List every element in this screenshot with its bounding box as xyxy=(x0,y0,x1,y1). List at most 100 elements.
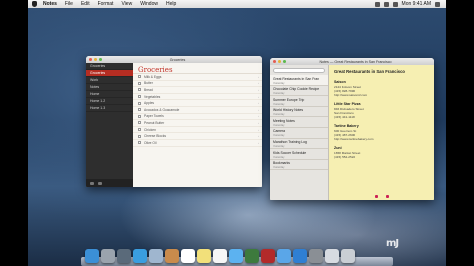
checkbox[interactable] xyxy=(138,128,141,132)
menu-format[interactable]: Format xyxy=(98,1,114,7)
calendar-icon[interactable] xyxy=(181,249,195,263)
itunes-icon[interactable] xyxy=(277,249,291,263)
note-list-item-title: Bookmarks xyxy=(273,161,290,166)
note-list-item[interactable]: Bookmarks Yesterday xyxy=(270,160,328,171)
notes-icon[interactable] xyxy=(197,249,211,263)
minimize-button[interactable] xyxy=(278,60,281,63)
share-note-icon[interactable] xyxy=(385,195,389,198)
reorder-icon[interactable]: › xyxy=(258,88,262,92)
note-heading: Great Restaurants in San Francisco xyxy=(334,69,405,74)
restaurant-entry: Zuni 1658 Market Street (415) 552-2522 xyxy=(334,146,429,159)
checklist-item[interactable]: Apples › xyxy=(133,100,262,107)
menu-view[interactable]: View xyxy=(121,1,132,7)
note-list-item[interactable]: Summer Europe Trip Yesterday xyxy=(270,96,328,107)
note-list-item[interactable]: Kids Soccer Schedule Yesterday xyxy=(270,149,328,160)
checkbox[interactable] xyxy=(138,101,141,105)
reorder-icon[interactable]: › xyxy=(258,75,262,79)
checkbox[interactable] xyxy=(138,88,141,92)
note-list-item[interactable]: Marathon Training Log Yesterday xyxy=(270,139,328,150)
sidebar-item[interactable]: Groceries xyxy=(86,63,133,70)
window-titlebar[interactable]: Groceries xyxy=(86,56,262,63)
wifi-icon[interactable] xyxy=(374,1,380,7)
reorder-icon[interactable]: › xyxy=(258,114,262,118)
mission-control-icon[interactable] xyxy=(117,249,131,263)
sidebar-item[interactable]: Work xyxy=(86,77,133,84)
reorder-icon[interactable]: › xyxy=(258,141,262,145)
menu-help[interactable]: Help xyxy=(166,1,176,7)
checkbox[interactable] xyxy=(138,121,141,125)
reorder-icon[interactable]: › xyxy=(258,101,262,105)
note-list-item[interactable]: Camera Yesterday xyxy=(270,128,328,139)
sidebar-item[interactable]: Home 1.3 xyxy=(86,105,133,112)
menu-edit[interactable]: Edit xyxy=(81,1,90,7)
close-button[interactable] xyxy=(89,58,92,61)
reorder-icon[interactable]: › xyxy=(258,121,262,125)
safari-icon[interactable] xyxy=(133,249,147,263)
checklist-item-text: Cheese Blocks xyxy=(144,134,166,139)
checklist-item[interactable]: Paper Towels › xyxy=(133,114,262,121)
search-input[interactable] xyxy=(273,68,325,73)
downloads-icon[interactable] xyxy=(325,249,339,263)
share-icon[interactable] xyxy=(98,181,102,185)
photo-booth-icon[interactable] xyxy=(261,249,275,263)
window-titlebar[interactable]: Notes — Great Restaurants in San Francis… xyxy=(270,58,434,65)
delete-note-icon[interactable] xyxy=(374,195,378,198)
note-list-item[interactable]: World History Notes Yesterday xyxy=(270,107,328,118)
note-list-item[interactable]: Chocolate Chip Cookie Recipe Yesterday xyxy=(270,86,328,97)
facetime-icon[interactable] xyxy=(245,249,259,263)
mail-icon[interactable] xyxy=(149,249,163,263)
reorder-icon[interactable]: › xyxy=(258,95,262,99)
checklist-item[interactable]: Milk & Eggs › xyxy=(133,74,262,81)
checkbox[interactable] xyxy=(138,95,141,99)
menu-clock[interactable]: Mon 9:41 AM xyxy=(402,1,431,7)
note-pane[interactable]: Groceries Milk & Eggs › Butter › Bread › Veget… xyxy=(133,63,262,187)
contacts-icon[interactable] xyxy=(165,249,179,263)
checkbox[interactable] xyxy=(138,141,141,145)
reorder-icon[interactable]: › xyxy=(258,128,262,132)
finder-icon[interactable] xyxy=(85,249,99,263)
checkbox[interactable] xyxy=(138,108,141,112)
checklist-item-text: Butter xyxy=(144,81,153,86)
reorder-icon[interactable]: › xyxy=(258,134,262,138)
checklist-item[interactable]: Avocados & Guacamole › xyxy=(133,107,262,114)
checklist-item[interactable]: Peanut Butter › xyxy=(133,120,262,127)
sidebar-item-selected[interactable]: Groceries xyxy=(86,70,133,77)
volume-icon[interactable] xyxy=(383,1,389,7)
checklist-item[interactable]: Chicken › xyxy=(133,127,262,134)
trash-icon[interactable] xyxy=(341,249,355,263)
sidebar-item[interactable]: Home xyxy=(86,91,133,98)
spotlight-icon[interactable] xyxy=(435,1,440,7)
minimize-button[interactable] xyxy=(94,58,97,61)
menu-window[interactable]: Window xyxy=(140,1,158,7)
battery-icon[interactable] xyxy=(392,1,398,7)
note-list-item-selected[interactable]: Great Restaurants in San Fran Yesterday xyxy=(270,75,328,86)
checklist-item[interactable]: Vegetables › xyxy=(133,94,262,101)
checklist-item[interactable]: Cheese Blocks › xyxy=(133,133,262,140)
app-store-icon[interactable] xyxy=(293,249,307,263)
note-list-item[interactable]: Meeting Notes Yesterday xyxy=(270,117,328,128)
zoom-button[interactable] xyxy=(99,58,102,61)
note-list-item-date: Yesterday xyxy=(273,92,285,96)
checklist-item[interactable]: Bread › xyxy=(133,87,262,94)
menu-app-name[interactable]: Notes xyxy=(43,1,57,7)
add-folder-icon[interactable] xyxy=(90,181,94,185)
checkbox[interactable] xyxy=(138,75,141,79)
messages-icon[interactable] xyxy=(229,249,243,263)
reminders-icon[interactable] xyxy=(213,249,227,263)
checklist-item[interactable]: Olive Oil › xyxy=(133,140,262,147)
note-detail[interactable]: Great Restaurants in San Francisco Saiso… xyxy=(329,65,434,200)
checkbox[interactable] xyxy=(138,81,141,85)
menu-file[interactable]: File xyxy=(65,1,73,7)
checkbox[interactable] xyxy=(138,114,141,118)
sidebar-item[interactable]: Home 1.2 xyxy=(86,98,133,105)
zoom-button[interactable] xyxy=(283,60,286,63)
checklist-item[interactable]: Butter › xyxy=(133,81,262,88)
apple-menu-icon[interactable] xyxy=(32,1,37,7)
reorder-icon[interactable]: › xyxy=(258,81,262,85)
reorder-icon[interactable]: › xyxy=(258,108,262,112)
sidebar-item[interactable]: Notes xyxy=(86,84,133,91)
checkbox[interactable] xyxy=(138,134,141,138)
system-preferences-icon[interactable] xyxy=(309,249,323,263)
launchpad-icon[interactable] xyxy=(101,249,115,263)
close-button[interactable] xyxy=(273,60,276,63)
